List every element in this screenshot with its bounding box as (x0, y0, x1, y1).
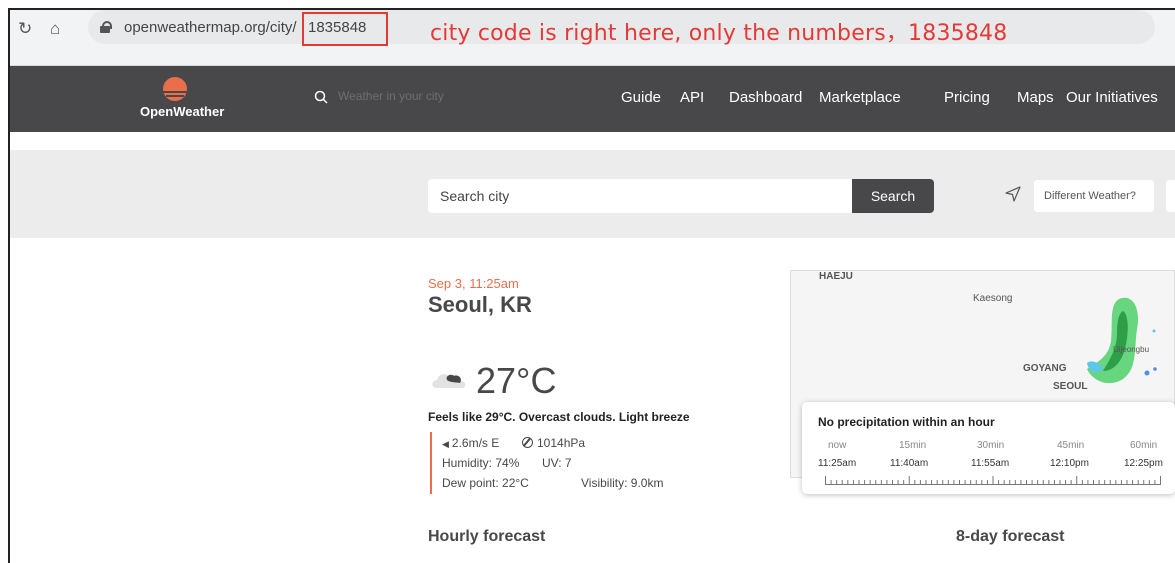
precip-tick-label: 30min (977, 440, 1005, 451)
precip-tick-time: 11:25am (818, 458, 857, 469)
map-label-goyang: GOYANG (1023, 363, 1067, 374)
map-label-kaesong: Kaesong (973, 293, 1013, 304)
map-label-seoul: SEOUL (1053, 381, 1088, 392)
precip-tick-label: 15min (899, 440, 927, 451)
url-domain[interactable]: openweathermap.org/city/ (124, 19, 297, 36)
uv-detail: UV: 7 (542, 456, 572, 470)
precipitation-timeline (825, 476, 1161, 485)
wind-value: 2.6m/s E (451, 436, 500, 450)
precipitation-title: No precipitation within an hour (818, 415, 995, 429)
humidity-detail: Humidity: 74% (442, 456, 520, 470)
timeline-ticks (825, 476, 1161, 485)
map-label-uijeongbu: Uijeongbu (1113, 345, 1150, 354)
nav-guide[interactable]: Guide (621, 89, 661, 106)
pressure-value: 1014hPa (537, 436, 586, 450)
hourly-forecast-title: Hourly forecast (428, 528, 546, 545)
lock-icon[interactable] (100, 21, 112, 34)
annotation-text: city code is right here, only the number… (430, 21, 1008, 46)
nav-pricing[interactable]: Pricing (944, 89, 990, 106)
current-date-time: Sep 3, 11:25am (428, 276, 519, 291)
home-icon[interactable]: ⌂ (50, 20, 60, 37)
openweather-logo[interactable]: OpenWeather (140, 74, 260, 124)
dew-point-detail: Dew point: 22°C (442, 476, 529, 490)
precip-tick-label: 45min (1057, 440, 1085, 451)
nav-marketplace[interactable]: Marketplace (819, 89, 901, 106)
visibility-detail: Visibility: 9.0km (581, 476, 664, 490)
city-code-highlight-box (302, 12, 388, 46)
wind-detail: ◀ 2.6m/s E (442, 436, 499, 450)
city-search-input[interactable] (428, 179, 852, 213)
reload-icon[interactable]: ↻ (18, 20, 32, 37)
header-search-input[interactable]: Weather in your city (338, 89, 444, 103)
overcast-cloud-icon (432, 374, 466, 388)
precip-tick-time: 11:40am (890, 458, 929, 469)
different-weather-button[interactable]: Different Weather? (1034, 180, 1154, 212)
nav-our-initiatives[interactable]: Our Initiatives (1066, 89, 1158, 106)
unit-toggle-partial[interactable] (1166, 180, 1175, 212)
sun-logo-icon (163, 77, 187, 101)
current-temperature: 27°C (476, 360, 557, 401)
wind-direction-icon: ◀ (442, 439, 449, 449)
nav-maps[interactable]: Maps (1017, 89, 1054, 106)
daily-forecast-title: 8-day forecast (956, 528, 1065, 545)
precip-tick-time: 12:25pm (1124, 458, 1163, 469)
search-icon[interactable] (314, 90, 328, 104)
precip-tick-time: 12:10pm (1050, 458, 1089, 469)
map-label-haeju: HAEJU (819, 271, 853, 282)
pressure-icon (522, 437, 533, 448)
location-arrow-icon[interactable] (1005, 186, 1021, 202)
search-button[interactable]: Search (852, 179, 934, 213)
precip-tick-label: now (828, 440, 847, 451)
nav-api[interactable]: API (680, 89, 704, 106)
city-name: Seoul, KR (428, 292, 532, 317)
precip-tick-time: 11:55am (971, 458, 1010, 469)
logo-text: OpenWeather (140, 104, 225, 119)
weather-summary: Feels like 29°C. Overcast clouds. Light … (428, 410, 690, 424)
pressure-detail: 1014hPa (522, 436, 585, 450)
nav-dashboard[interactable]: Dashboard (729, 89, 802, 106)
precip-tick-label: 60min (1130, 440, 1158, 451)
details-accent-line (430, 432, 432, 494)
